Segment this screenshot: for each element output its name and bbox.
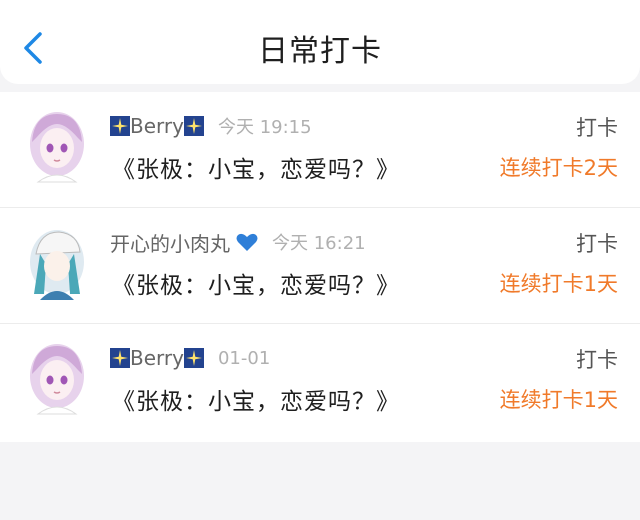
post-time: 今天 16:21 (272, 233, 366, 254)
author-line: Berry 今天 19:15 (110, 112, 312, 140)
checkin-content[interactable]: 《张极：小宝，恋爱吗？》 (112, 150, 400, 184)
author-line: Berry 01-01 (110, 344, 270, 372)
post-time: 01-01 (217, 347, 271, 369)
sparkle-badge-icon (183, 116, 204, 136)
blue-heart-icon (236, 233, 258, 251)
post-time: 今天 19:15 (217, 117, 312, 138)
checkin-list: Berry 今天 19:15 《张极：小宝，恋爱吗？》 打卡 连续打卡2天 开心… (0, 92, 640, 442)
list-item[interactable]: 开心的小肉丸 今天 16:21 《张极：小宝，恋爱吗？》 打卡 连续打卡1天 (0, 208, 640, 324)
checkin-content[interactable]: 《张极：小宝，恋爱吗？》 (112, 266, 400, 300)
sparkle-badge-icon (183, 348, 204, 368)
checkin-label: 打卡 (576, 348, 618, 372)
list-item[interactable]: Berry 01-01 《张极：小宝，恋爱吗？》 打卡 连续打卡1天 (0, 324, 640, 442)
streak-label: 连续打卡1天 (499, 388, 618, 412)
sparkle-badge-icon (110, 116, 130, 136)
avatar[interactable] (26, 340, 88, 418)
streak-label: 连续打卡1天 (499, 272, 618, 296)
sparkle-badge-icon (110, 348, 130, 368)
checkin-label: 打卡 (576, 232, 618, 256)
author-name[interactable]: 开心的小肉丸 (110, 228, 230, 257)
author-name[interactable]: Berry (130, 114, 184, 138)
streak-label: 连续打卡2天 (499, 156, 618, 180)
avatar[interactable] (26, 108, 88, 186)
author-line: 开心的小肉丸 今天 16:21 (110, 228, 366, 256)
checkin-content[interactable]: 《张极：小宝，恋爱吗？》 (112, 382, 400, 416)
checkin-label: 打卡 (576, 116, 618, 140)
list-item[interactable]: Berry 今天 19:15 《张极：小宝，恋爱吗？》 打卡 连续打卡2天 (0, 92, 640, 208)
author-name[interactable]: Berry (130, 346, 184, 370)
avatar[interactable] (26, 224, 88, 302)
top-bar: 日常打卡 (0, 0, 640, 84)
page-title: 日常打卡 (258, 34, 382, 69)
